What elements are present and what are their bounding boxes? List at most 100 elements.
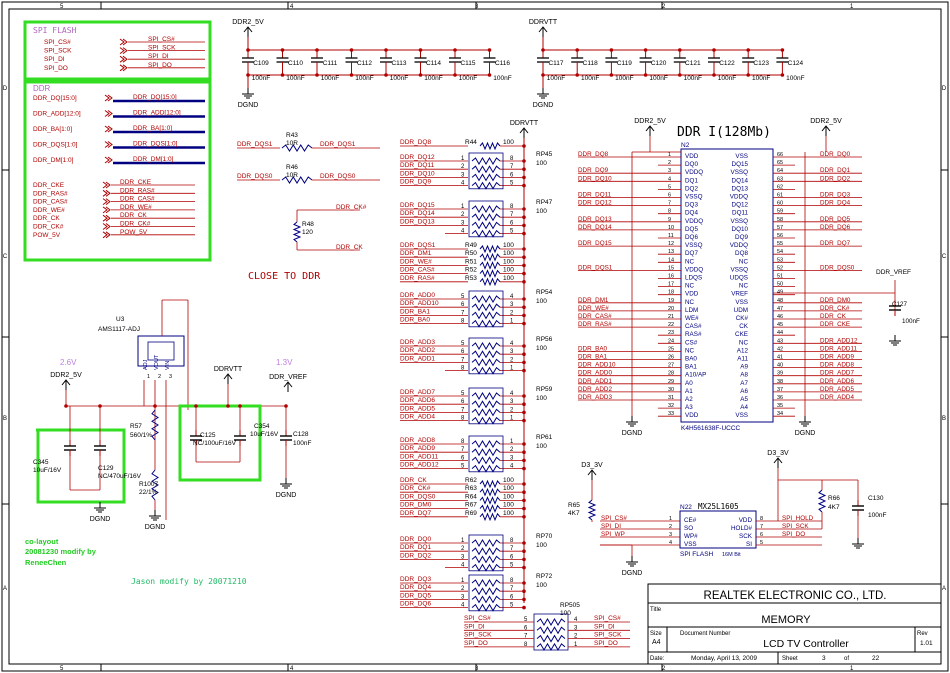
rp70-value: 100 xyxy=(536,542,547,549)
rp47-element xyxy=(471,213,501,222)
capacitor-value: 100nF xyxy=(547,75,565,82)
resistor-single xyxy=(479,277,501,287)
pin-number: 2 xyxy=(158,374,161,380)
resistor-single xyxy=(479,244,501,254)
resistor-value: 100 xyxy=(503,250,514,257)
ddr-pin-name: RAS# xyxy=(685,331,702,338)
ddr-pin-name: CKE xyxy=(735,331,748,338)
junction-dot xyxy=(522,458,526,463)
capacitor-value: NC/470uF/16V xyxy=(98,473,142,480)
ddr-bus-in: DDR_BA[1:0] xyxy=(33,126,72,133)
net-label: DDR_DQS1 xyxy=(320,141,356,148)
zone-row-label: C xyxy=(942,254,947,260)
net-label: SPI_CS# xyxy=(594,615,621,622)
ddr-pin-name: VDDQ xyxy=(685,169,703,176)
net-label: SPI_WP xyxy=(601,531,625,538)
net-label: DDR_DQ2 xyxy=(400,552,431,559)
net-label: SPI_HOLD xyxy=(782,515,814,522)
junction-dot xyxy=(522,144,526,148)
title-block-doc: LCD TV Controller xyxy=(763,638,849,650)
capacitor-ref: C112 xyxy=(357,60,372,67)
rp72-value: 100 xyxy=(536,582,547,589)
capacitor-value: 100nF xyxy=(252,75,270,82)
ddr-bus-in: DDR_DM[1:0] xyxy=(33,157,74,164)
ddr-pin-name: DQ1 xyxy=(685,177,698,184)
flash-pin-name: SO xyxy=(684,525,693,532)
ddr-pin-name: A1 xyxy=(685,388,693,395)
capacitor-ref: C354 xyxy=(254,423,270,430)
junction-dot xyxy=(522,565,526,570)
capacitor-ref: C113 xyxy=(391,60,406,67)
junction-dot xyxy=(522,159,526,163)
ddr-signal-in: POW_5V xyxy=(33,232,61,239)
ddr-chip-gnd-left: DGND xyxy=(622,430,643,437)
net-label: DDR_RAS# xyxy=(400,275,435,282)
resistor-value: 100 xyxy=(503,477,514,484)
net-label: DDR_CK xyxy=(400,477,427,484)
resistor-value: 10R xyxy=(286,140,298,147)
rp70-element xyxy=(471,539,501,547)
rp45-element xyxy=(471,165,501,174)
capacitor-value: 100nF xyxy=(752,75,770,82)
rp54-element xyxy=(471,319,501,328)
rp56-element xyxy=(471,358,501,367)
resistor-ref: R48 xyxy=(302,221,314,228)
junction-dot xyxy=(522,506,526,511)
rp61-element xyxy=(471,464,501,473)
rp72-element xyxy=(471,579,501,587)
ddr-box-title: DDR xyxy=(33,84,51,93)
flash-pin-name: VDD xyxy=(739,517,753,524)
flash-pin-name: WP# xyxy=(684,533,698,540)
title-block-sheet-total: 22 xyxy=(872,655,880,662)
net-label: SPI_DI xyxy=(601,523,621,530)
ddr-pin-name: NC xyxy=(685,258,695,265)
resistor-single xyxy=(479,261,501,270)
ddr-pin-name: CK xyxy=(739,323,749,330)
junction-dot xyxy=(522,280,526,284)
co-layout-note: co-layout xyxy=(25,537,59,546)
ddr-pin-name: A8 xyxy=(740,372,748,379)
capacitor-ref: C123 xyxy=(753,60,769,67)
rp61-element xyxy=(471,448,501,457)
ddr-signal-out: DDR_CKE xyxy=(120,179,152,186)
spi-flash-box-title: SPI FLASH xyxy=(33,26,77,35)
junction-dot xyxy=(238,404,242,408)
rp47-element xyxy=(471,229,501,238)
resistor-ref: R52 xyxy=(465,267,477,274)
junction-dot xyxy=(194,404,198,408)
net-label: DDR_DQ11 xyxy=(400,162,435,169)
net-label: DDR_CK# xyxy=(336,204,367,211)
rp505-value: 100 xyxy=(560,610,571,617)
resistor-ref: R65 xyxy=(568,502,580,509)
resistor-r66 xyxy=(817,489,827,513)
net-label: DDR_DQ6 xyxy=(400,601,431,608)
capacitor-ref: C127 xyxy=(892,301,908,308)
ddr-pin-name: A11 xyxy=(737,356,748,363)
title-block-label: Sheet xyxy=(782,656,798,662)
flash-pin-name: SCK xyxy=(739,533,753,540)
regulator-vref-label: DDR_VREF xyxy=(269,374,307,381)
ddr-pin-name: DQ3 xyxy=(685,202,698,209)
ddr-pin-name: VSS xyxy=(735,153,748,160)
net-label: DDR_DQ3 xyxy=(400,576,431,583)
rp47-value: 100 xyxy=(536,208,547,215)
ddr-pin-name: A9 xyxy=(740,364,748,371)
junction-dot xyxy=(284,404,288,408)
capacitor-value: 100nF xyxy=(390,75,408,82)
ddr-pin-name: VDDQ xyxy=(685,266,703,273)
capacitor-ref: C115 xyxy=(460,60,475,67)
capacitor-ref: C114 xyxy=(426,60,441,67)
net-label: SPI_SCK xyxy=(464,632,492,639)
net-label: DDR_DQS0 xyxy=(400,493,436,500)
ddr-pin-name: A10/AP xyxy=(685,372,706,379)
ddr-chip-rail-left: DDR2_5V xyxy=(634,118,666,125)
regulator-rail-label: DDR2_5V xyxy=(50,372,82,379)
ddr-pin-name: CK# xyxy=(736,315,749,322)
junction-dot xyxy=(522,297,526,301)
junction-dot xyxy=(522,175,526,180)
resistor-ref: R66 xyxy=(828,495,840,502)
ddr-pin-name: VSS xyxy=(735,299,748,306)
net-label: DDR_DQS1 xyxy=(237,141,273,148)
ddr-bus-out: DDR_BA[1:0] xyxy=(133,125,172,132)
rp47-element xyxy=(471,205,501,213)
